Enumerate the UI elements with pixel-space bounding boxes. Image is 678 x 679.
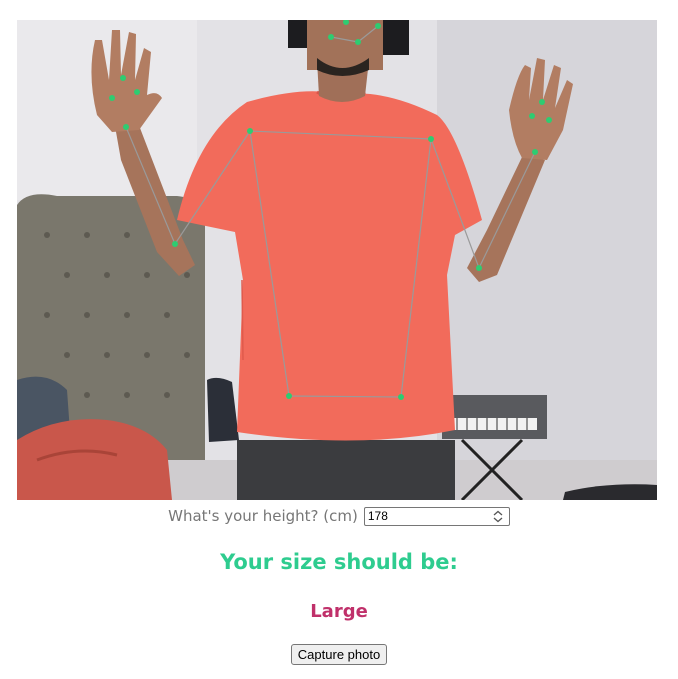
capture-photo-button[interactable]: Capture photo bbox=[290, 644, 388, 665]
capture-container: Capture photo bbox=[0, 644, 678, 665]
size-heading: Your size should be: bbox=[220, 550, 458, 574]
height-label: What's your height? (cm) bbox=[168, 507, 358, 525]
height-number-field[interactable] bbox=[363, 506, 510, 526]
size-result: Large bbox=[310, 601, 368, 622]
height-form: What's your height? (cm) bbox=[0, 505, 678, 527]
camera-feed bbox=[17, 20, 657, 500]
spinner-arrows-icon[interactable] bbox=[491, 509, 505, 524]
webcam-image bbox=[17, 20, 657, 500]
height-input[interactable] bbox=[364, 507, 490, 525]
